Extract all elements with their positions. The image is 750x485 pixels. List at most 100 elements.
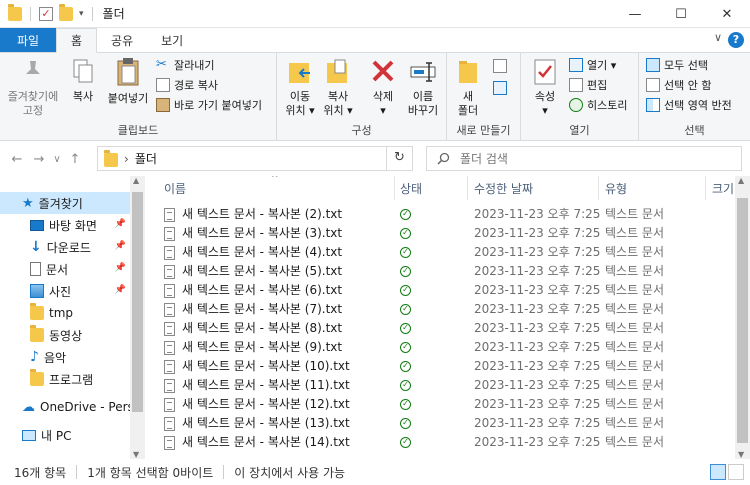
file-name[interactable]: 새 텍스트 문서 - 복사본 (4).txt bbox=[182, 243, 342, 262]
history-button[interactable]: 히스토리 bbox=[569, 97, 627, 113]
column-status[interactable]: 상태 bbox=[400, 176, 422, 200]
table-row[interactable]: 새 텍스트 문서 - 복사본 (4).txt ✓ 2023-11-23 오후 7:2… bbox=[145, 243, 735, 262]
large-icons-view-icon[interactable] bbox=[728, 464, 744, 480]
column-type[interactable]: 유형 bbox=[605, 176, 627, 200]
table-row[interactable]: 새 텍스트 문서 - 복사본 (12).txt ✓ 2023-11-23 오후 7:… bbox=[145, 395, 735, 414]
table-row[interactable]: 새 텍스트 문서 - 복사본 (7).txt ✓ 2023-11-23 오후 7:2… bbox=[145, 300, 735, 319]
sidebar-item-tmp[interactable]: tmp bbox=[0, 302, 130, 324]
divider[interactable] bbox=[394, 176, 395, 200]
file-name[interactable]: 새 텍스트 문서 - 복사본 (10).txt bbox=[182, 357, 350, 376]
table-row[interactable]: 새 텍스트 문서 - 복사본 (3).txt ✓ 2023-11-23 오후 7:2… bbox=[145, 224, 735, 243]
column-modified[interactable]: 수정한 날짜 bbox=[474, 176, 533, 200]
sidebar-item-quick-access[interactable]: ★ 즐겨찾기 bbox=[0, 192, 130, 214]
refresh-button[interactable]: ↻ bbox=[386, 147, 412, 170]
select-none-button[interactable]: 선택 안 함 bbox=[646, 77, 711, 93]
sidebar-item-programs[interactable]: 프로그램 bbox=[0, 368, 130, 390]
file-name[interactable]: 새 텍스트 문서 - 복사본 (9).txt bbox=[182, 338, 342, 357]
file-name[interactable]: 새 텍스트 문서 - 복사본 (7).txt bbox=[182, 300, 342, 319]
scroll-up-icon[interactable]: ▲ bbox=[133, 176, 139, 185]
up-button[interactable]: ↑ bbox=[64, 152, 86, 167]
pin-to-quick-access-button[interactable]: 즐겨찾기에 고정 bbox=[4, 57, 62, 118]
maximize-button[interactable]: ☐ bbox=[658, 0, 704, 28]
sidebar-item-downloads[interactable]: ↓ 다운로드 📌 bbox=[0, 236, 130, 258]
address-bar[interactable]: › 폴더 ↻ bbox=[97, 146, 413, 171]
file-name[interactable]: 새 텍스트 문서 - 복사본 (6).txt bbox=[182, 281, 342, 300]
scroll-down-icon[interactable]: ▼ bbox=[133, 450, 139, 459]
rename-button[interactable]: 이름 바꾸기 bbox=[403, 57, 443, 118]
details-view-icon[interactable] bbox=[710, 464, 726, 480]
table-row[interactable]: 새 텍스트 문서 - 복사본 (13).txt ✓ 2023-11-23 오후 7:… bbox=[145, 414, 735, 433]
breadcrumb-separator[interactable]: › bbox=[124, 152, 129, 166]
table-row[interactable]: 새 텍스트 문서 - 복사본 (5).txt ✓ 2023-11-23 오후 7:2… bbox=[145, 262, 735, 281]
file-modified: 2023-11-23 오후 7:25 bbox=[474, 340, 601, 354]
file-name[interactable]: 새 텍스트 문서 - 복사본 (13).txt bbox=[182, 414, 350, 433]
table-row[interactable]: 새 텍스트 문서 - 복사본 (6).txt ✓ 2023-11-23 오후 7:2… bbox=[145, 281, 735, 300]
help-icon[interactable]: ? bbox=[728, 32, 744, 48]
easy-access-icon[interactable] bbox=[493, 81, 507, 95]
scroll-down-icon[interactable]: ▼ bbox=[738, 450, 744, 459]
properties-button[interactable]: 속성 ▾ bbox=[527, 57, 563, 118]
text-file-icon bbox=[164, 341, 175, 355]
sidebar-item-onedrive[interactable]: ☁ OneDrive - Perso bbox=[0, 396, 141, 418]
file-name[interactable]: 새 텍스트 문서 - 복사본 (14).txt bbox=[182, 433, 350, 452]
scroll-up-icon[interactable]: ▲ bbox=[738, 176, 744, 185]
select-all-button[interactable]: 모두 선택 bbox=[646, 57, 708, 73]
file-list-scroll-thumb[interactable] bbox=[737, 198, 748, 443]
qat-dropdown-icon[interactable]: ▾ bbox=[79, 9, 84, 19]
file-name[interactable]: 새 텍스트 문서 - 복사본 (5).txt bbox=[182, 262, 342, 281]
sidebar-item-this-pc[interactable]: 내 PC bbox=[0, 424, 130, 446]
tab-share[interactable]: 공유 bbox=[97, 28, 147, 52]
table-row[interactable]: 새 텍스트 문서 - 복사본 (10).txt ✓ 2023-11-23 오후 7:… bbox=[145, 357, 735, 376]
back-button[interactable]: ← bbox=[6, 152, 28, 167]
expand-ribbon-icon[interactable]: ∨ bbox=[714, 31, 722, 44]
sidebar-scrollbar[interactable]: ▲ ▼ bbox=[130, 176, 145, 459]
file-name[interactable]: 새 텍스트 문서 - 복사본 (8).txt bbox=[182, 319, 342, 338]
minimize-button[interactable]: — bbox=[612, 0, 658, 28]
invert-selection-button[interactable]: 선택 영역 반전 bbox=[646, 97, 732, 113]
open-button[interactable]: 열기 ▾ bbox=[569, 57, 616, 73]
tab-view[interactable]: 보기 bbox=[147, 28, 197, 52]
file-list-scrollbar[interactable]: ▲ ▼ bbox=[735, 176, 750, 459]
new-item-icon[interactable] bbox=[493, 59, 507, 73]
table-row[interactable]: 새 텍스트 문서 - 복사본 (2).txt ✓ 2023-11-23 오후 7:2… bbox=[145, 205, 735, 224]
divider[interactable] bbox=[705, 176, 706, 200]
copy-path-icon bbox=[156, 78, 170, 92]
cut-button[interactable]: ✂ 잘라내기 bbox=[156, 57, 214, 73]
divider[interactable] bbox=[467, 176, 468, 200]
tab-home[interactable]: 홈 bbox=[56, 28, 98, 53]
sidebar-scroll-thumb[interactable] bbox=[132, 192, 143, 412]
copy-button[interactable]: 복사 bbox=[66, 57, 100, 104]
forward-button[interactable]: → bbox=[28, 152, 50, 167]
copy-path-button[interactable]: 경로 복사 bbox=[156, 77, 218, 93]
delete-button[interactable]: 삭제 ▾ bbox=[365, 57, 401, 118]
sidebar-item-documents[interactable]: 문서 📌 bbox=[0, 258, 130, 280]
table-row[interactable]: 새 텍스트 문서 - 복사본 (14).txt ✓ 2023-11-23 오후 7:… bbox=[145, 433, 735, 452]
new-folder-button[interactable]: 새 폴더 bbox=[453, 57, 483, 118]
tab-file[interactable]: 파일 bbox=[0, 28, 56, 52]
breadcrumb-folder[interactable]: 폴더 bbox=[135, 150, 157, 167]
new-folder-icon[interactable] bbox=[59, 3, 73, 21]
sidebar-item-music[interactable]: ♪ 음악 bbox=[0, 346, 130, 368]
column-name[interactable]: 이름 bbox=[164, 176, 186, 200]
table-row[interactable]: 새 텍스트 문서 - 복사본 (8).txt ✓ 2023-11-23 오후 7:2… bbox=[145, 319, 735, 338]
file-name[interactable]: 새 텍스트 문서 - 복사본 (11).txt bbox=[182, 376, 350, 395]
copy-to-button[interactable]: 복사 위치 ▾ bbox=[320, 57, 356, 118]
properties-icon[interactable]: ✓ bbox=[39, 6, 53, 21]
divider[interactable] bbox=[598, 176, 599, 200]
sidebar-item-videos[interactable]: 동영상 bbox=[0, 324, 130, 346]
paste-button[interactable]: 붙여넣기 bbox=[104, 57, 152, 106]
move-to-button[interactable]: 이동 위치 ▾ bbox=[282, 57, 318, 118]
column-size[interactable]: 크기 bbox=[712, 176, 734, 200]
edit-button[interactable]: 편집 bbox=[569, 77, 607, 93]
close-button[interactable]: ✕ bbox=[704, 0, 750, 28]
search-input[interactable]: 폴더 검색 bbox=[426, 146, 742, 171]
table-row[interactable]: 새 텍스트 문서 - 복사본 (11).txt ✓ 2023-11-23 오후 7:… bbox=[145, 376, 735, 395]
file-name[interactable]: 새 텍스트 문서 - 복사본 (12).txt bbox=[182, 395, 350, 414]
sidebar-item-pictures[interactable]: 사진 📌 bbox=[0, 280, 130, 302]
table-row[interactable]: 새 텍스트 문서 - 복사본 (9).txt ✓ 2023-11-23 오후 7:2… bbox=[145, 338, 735, 357]
recent-locations-button[interactable]: ∨ bbox=[50, 154, 64, 165]
sidebar-item-desktop[interactable]: 바탕 화면 📌 bbox=[0, 214, 130, 236]
file-name[interactable]: 새 텍스트 문서 - 복사본 (2).txt bbox=[182, 205, 342, 224]
paste-shortcut-button[interactable]: 바로 가기 붙여넣기 bbox=[156, 97, 262, 113]
file-name[interactable]: 새 텍스트 문서 - 복사본 (3).txt bbox=[182, 224, 342, 243]
